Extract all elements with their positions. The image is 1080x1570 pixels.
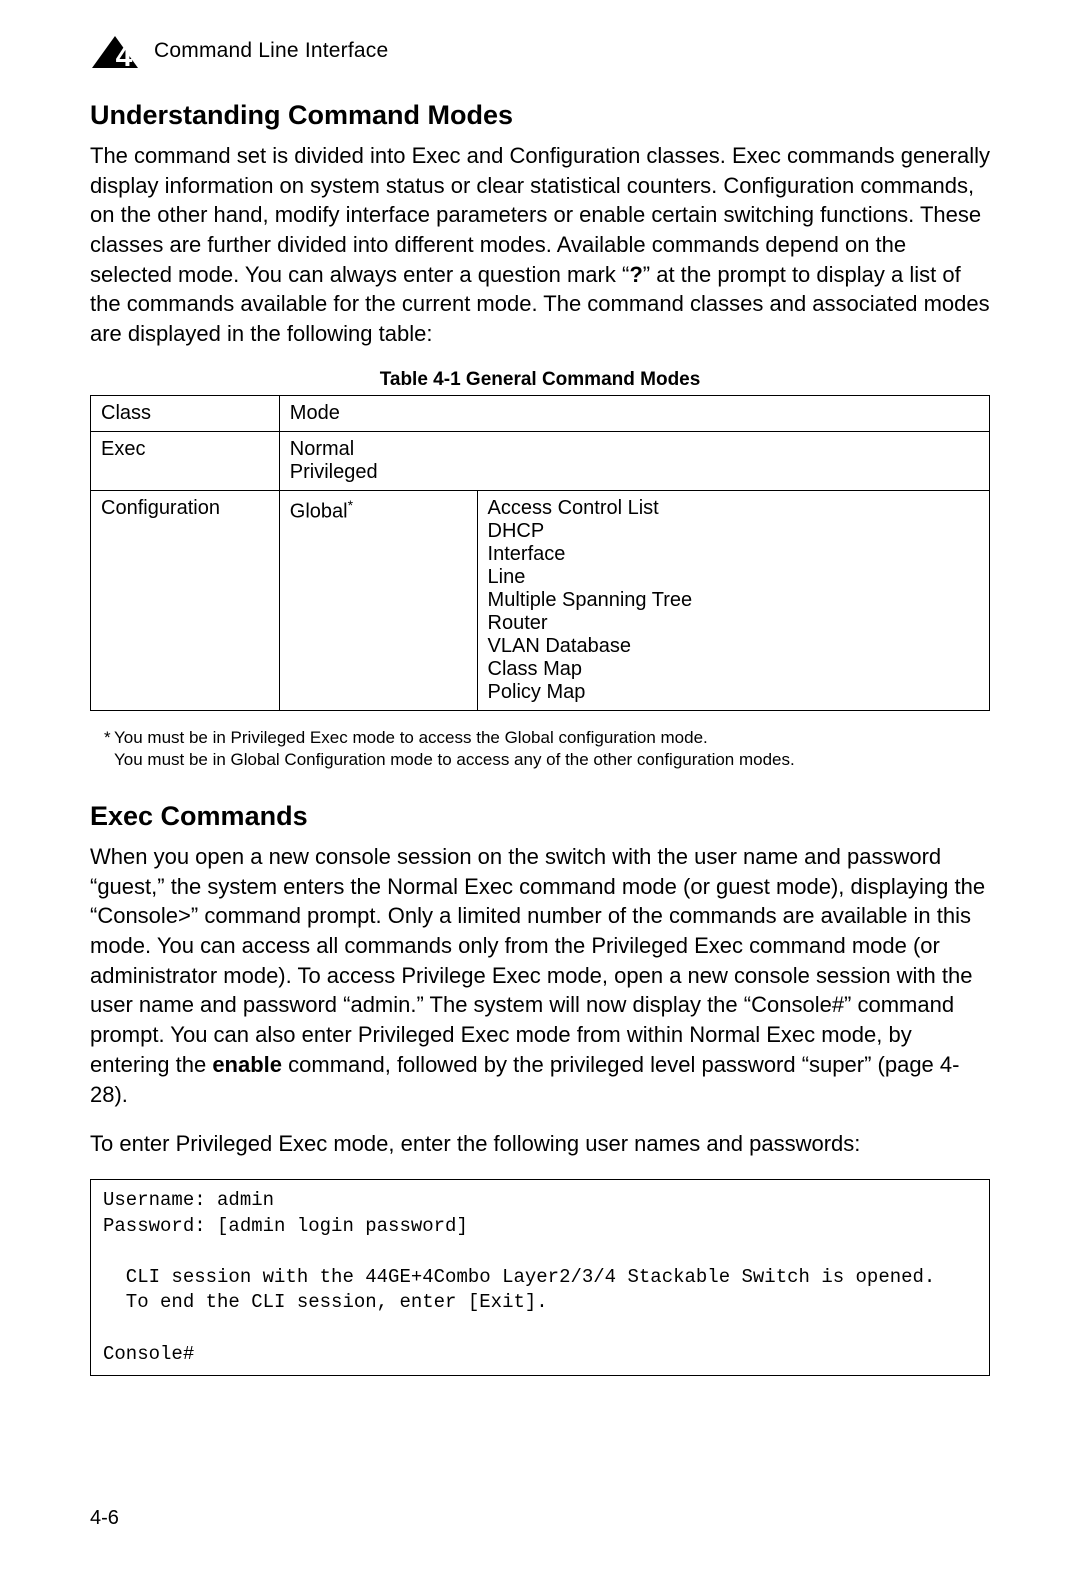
footnote-text: You must be in Global Configuration mode… [114, 749, 795, 771]
submode-item: DHCP [488, 520, 979, 543]
cell-class-configuration: Configuration [91, 490, 280, 710]
mode-global-text: Global [290, 500, 348, 522]
submode-item: Router [488, 612, 979, 635]
submode-item: Multiple Spanning Tree [488, 589, 979, 612]
footnote-2: You must be in Global Configuration mode… [104, 749, 990, 771]
submode-item: Class Map [488, 658, 979, 681]
section-heading-exec: Exec Commands [90, 801, 990, 832]
section2-paragraph1: When you open a new console session on t… [90, 842, 990, 1109]
footnote-1: * You must be in Privileged Exec mode to… [104, 727, 990, 749]
table-row: Configuration Global* Access Control Lis… [91, 490, 990, 710]
submode-item: Line [488, 566, 979, 589]
cell-class-exec: Exec [91, 431, 280, 490]
section2-para1-pre: When you open a new console session on t… [90, 844, 985, 1077]
submode-item: Policy Map [488, 681, 979, 704]
mode-privileged: Privileged [290, 461, 979, 484]
chapter-number: 4 [116, 40, 133, 72]
chapter-number-icon: 4 [90, 30, 140, 72]
th-class: Class [91, 395, 280, 431]
footnote-text: You must be in Privileged Exec mode to a… [114, 727, 708, 749]
page-header: 4 Command Line Interface [90, 30, 990, 72]
mode-global-footnote-mark: * [348, 497, 353, 513]
submode-item: Access Control List [488, 497, 979, 520]
page: 4 Command Line Interface Understanding C… [0, 0, 1080, 1570]
submode-item: VLAN Database [488, 635, 979, 658]
submode-item: Interface [488, 543, 979, 566]
th-mode: Mode [279, 395, 989, 431]
cell-mode-global: Global* [279, 490, 477, 710]
footnote-mark: * [104, 727, 114, 749]
page-number: 4-6 [90, 1507, 119, 1530]
table-caption: Table 4-1 General Command Modes [90, 369, 990, 391]
question-mark-bold: ? [629, 262, 642, 287]
footnote-mark-empty [104, 749, 114, 771]
table-header-row: Class Mode [91, 395, 990, 431]
section1-paragraph: The command set is divided into Exec and… [90, 141, 990, 349]
section-heading-understanding: Understanding Command Modes [90, 100, 990, 131]
command-modes-table: Class Mode Exec Normal Privileged Config… [90, 395, 990, 711]
section2-paragraph2: To enter Privileged Exec mode, enter the… [90, 1129, 990, 1159]
console-output: Username: admin Password: [admin login p… [90, 1179, 990, 1376]
cell-submodes: Access Control List DHCP Interface Line … [477, 490, 989, 710]
mode-normal: Normal [290, 438, 979, 461]
enable-bold: enable [212, 1052, 282, 1077]
cell-mode-exec: Normal Privileged [279, 431, 989, 490]
table-footnotes: * You must be in Privileged Exec mode to… [104, 727, 990, 771]
chapter-title: Command Line Interface [154, 39, 388, 63]
table-row: Exec Normal Privileged [91, 431, 990, 490]
